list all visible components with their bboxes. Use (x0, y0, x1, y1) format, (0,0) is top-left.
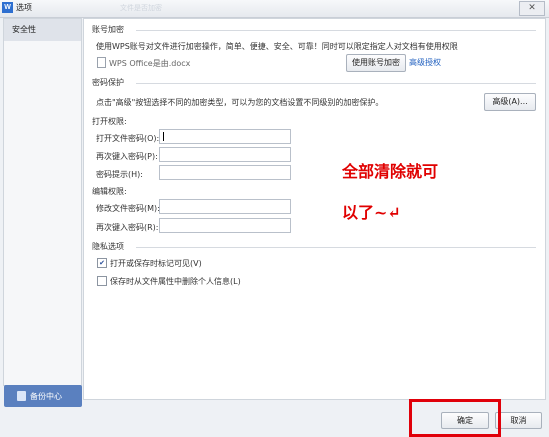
reenter-open-password-label: 再次键入密码(P): (96, 152, 158, 161)
reenter-open-password-input[interactable] (159, 147, 291, 162)
annotation-line-2: 以了~↵ (342, 203, 401, 222)
advanced-auth-link[interactable]: 高级授权 (409, 57, 441, 68)
open-password-label: 打开文件密码(O): (96, 134, 160, 143)
modify-password-label: 修改文件密码(M): (96, 204, 160, 213)
close-icon[interactable]: ✕ (519, 1, 545, 16)
wps-logo-icon: W (2, 2, 13, 13)
checkmark-icon: ✔ (99, 259, 105, 267)
divider (136, 247, 536, 248)
file-name: WPS Office是由.docx (109, 59, 191, 68)
account-encryption-description: 使用WPS账号对文件进行加密操作，简单、便捷、安全、可靠！同时可以限定指定人对文… (96, 42, 458, 51)
reenter-modify-password-input[interactable] (159, 218, 291, 233)
backup-center-label: 备份中心 (30, 392, 62, 401)
edit-permission-label: 编辑权限: (92, 187, 127, 196)
modify-password-input[interactable] (159, 199, 291, 214)
open-permission-label: 打开权限: (92, 117, 127, 126)
section-account-encryption: 账号加密 (92, 25, 124, 34)
section-privacy: 隐私选项 (92, 242, 124, 251)
backup-icon (17, 391, 26, 401)
options-panel: 账号加密 使用WPS账号对文件进行加密操作，简单、便捷、安全、可靠！同时可以限定… (83, 18, 546, 400)
mark-visible-checkbox[interactable]: ✔ (97, 258, 107, 268)
advanced-button[interactable]: 高级(A)... (484, 93, 536, 111)
password-hint-input[interactable] (159, 165, 291, 180)
backup-center-button[interactable]: 备份中心 (4, 385, 82, 407)
remove-personal-info-label: 保存时从文件属性中删除个人信息(L) (110, 277, 241, 286)
window-title: 选项 (16, 3, 32, 12)
title-bar: W 选项 文件是否加密 ✕ (0, 0, 549, 18)
divider (136, 83, 536, 84)
document-icon (97, 57, 106, 68)
sidebar: 安全性 (3, 18, 82, 386)
annotation-line-1: 全部清除就可 (342, 162, 439, 181)
use-account-encryption-button[interactable]: 使用账号加密 (346, 54, 406, 72)
mark-visible-label: 打开或保存时标记可见(V) (110, 259, 202, 268)
remove-personal-info-checkbox[interactable] (97, 276, 107, 286)
ok-button-highlight (409, 399, 501, 437)
divider (136, 30, 536, 31)
text-caret (163, 132, 164, 141)
window-ghost-title: 文件是否加密 (120, 4, 162, 12)
reenter-modify-password-label: 再次键入密码(R): (96, 223, 159, 232)
cancel-button[interactable]: 取消 (495, 412, 542, 429)
password-hint-label: 密码提示(H): (96, 170, 143, 179)
password-protection-description: 点击"高级"按钮选择不同的加密类型，可以为您的文档设置不同级别的加密保护。 (96, 98, 384, 107)
open-password-input[interactable] (159, 129, 291, 144)
sidebar-item-security[interactable]: 安全性 (4, 19, 81, 41)
section-password-protection: 密码保护 (92, 78, 124, 87)
